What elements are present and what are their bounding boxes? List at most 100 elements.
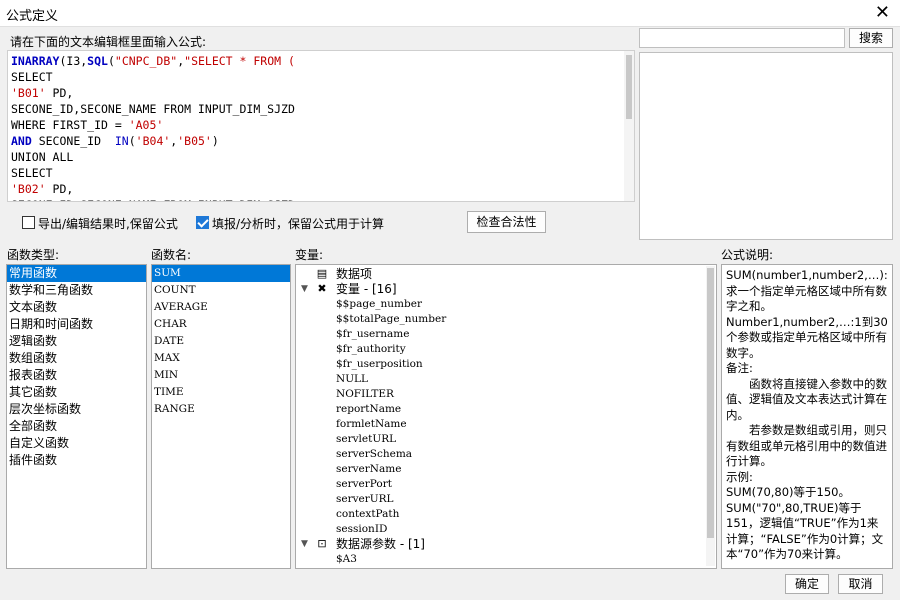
- tree-category[interactable]: ▼ ✖ 变量 - [16]: [296, 282, 716, 297]
- description-paragraph: Number1,number2,…:1到30个参数或指定单元格区域中所有数字。: [726, 314, 888, 360]
- function-name-item[interactable]: MIN: [152, 367, 290, 384]
- category-icon: ✖: [317, 282, 327, 295]
- description-paragraph: SUM("70",80,TRUE)等于151，逻辑值“TRUE”作为1来计算；“…: [726, 500, 884, 562]
- expand-arrow-icon[interactable]: ▼: [301, 537, 308, 552]
- tree-variable[interactable]: serverURL: [296, 492, 716, 507]
- code-token: PD,: [45, 86, 74, 100]
- variables-scrollbar[interactable]: [706, 266, 715, 566]
- code-token: 'B05': [177, 134, 212, 148]
- tree-row-label: $fr_userposition: [336, 358, 423, 370]
- tree-variable[interactable]: NOFILTER: [296, 387, 716, 402]
- tree-variable[interactable]: serverSchema: [296, 447, 716, 462]
- function-type-item[interactable]: 日期和时间函数: [7, 316, 146, 333]
- code-line: AND SECONE_ID IN('B04','B05'): [11, 133, 295, 149]
- function-type-item[interactable]: 自定义函数: [7, 435, 146, 452]
- function-type-item[interactable]: 数学和三角函数: [7, 282, 146, 299]
- code-token: SQL: [87, 54, 108, 68]
- function-type-item[interactable]: 数组函数: [7, 350, 146, 367]
- code-token: IN: [114, 134, 129, 148]
- expand-arrow-icon[interactable]: ▼: [301, 282, 308, 297]
- category-icon: ▤: [316, 267, 328, 280]
- tree-row-label: formletName: [336, 418, 407, 430]
- tree-row-label: serverURL: [336, 493, 394, 505]
- function-name-item[interactable]: COUNT: [152, 282, 290, 299]
- variables-label: 变量:: [295, 248, 324, 262]
- close-icon[interactable]: ✕: [875, 2, 890, 23]
- function-name-item[interactable]: TIME: [152, 384, 290, 401]
- tree-row-label: $$totalPage_number: [336, 313, 447, 325]
- fill-keep-formula-checkbox[interactable]: [196, 216, 209, 229]
- code-token: ): [211, 134, 219, 148]
- tree-variable[interactable]: serverPort: [296, 477, 716, 492]
- function-name-item[interactable]: RANGE: [152, 401, 290, 418]
- tree-variable[interactable]: contextPath: [296, 507, 716, 522]
- code-token: (: [128, 134, 136, 148]
- code-line: INARRAY(I3,SQL("CNPC_DB","SELECT * FROM …: [11, 53, 295, 69]
- code-token: SELECT: [11, 166, 53, 180]
- function-name-item[interactable]: CHAR: [152, 316, 290, 333]
- code-token: "SELECT * FROM (: [184, 54, 295, 68]
- check-validity-button[interactable]: 检查合法性: [467, 211, 546, 233]
- code-token: 'B04': [135, 134, 171, 148]
- tree-variable[interactable]: $$totalPage_number: [296, 312, 716, 327]
- cancel-button[interactable]: 取消: [838, 574, 883, 594]
- tree-row-label: serverSchema: [336, 448, 413, 460]
- function-type-item[interactable]: 报表函数: [7, 367, 146, 384]
- function-type-item[interactable]: 文本函数: [7, 299, 146, 316]
- tree-variable[interactable]: servletURL: [296, 432, 716, 447]
- tree-variable[interactable]: NULL: [296, 372, 716, 387]
- code-line: SECONE_ID,SECONE_NAME FROM INPUT_DIM_SJZ…: [11, 197, 295, 201]
- tree-variable[interactable]: sessionID: [296, 522, 716, 537]
- tree-row-label: NOFILTER: [336, 388, 394, 400]
- function-names-label: 函数名:: [151, 248, 192, 262]
- tree-row-label: $A3: [336, 553, 357, 565]
- title-bar: 公式定义 ✕: [0, 0, 900, 27]
- formula-code[interactable]: INARRAY(I3,SQL("CNPC_DB","SELECT * FROM …: [11, 53, 295, 201]
- tree-category[interactable]: ▤ 数据项: [296, 267, 716, 282]
- function-types-list[interactable]: 常用函数 数学和三角函数 文本函数 日期和时间函数 逻辑函数 数组函数 报表函数 其它函数 层次…: [6, 264, 147, 569]
- code-token: 'B02': [11, 182, 46, 196]
- code-token: (I3,: [59, 54, 88, 68]
- function-type-item[interactable]: 其它函数: [7, 384, 146, 401]
- tree-variable[interactable]: $fr_authority: [296, 342, 716, 357]
- tree-variable[interactable]: $$page_number: [296, 297, 716, 312]
- function-type-item[interactable]: 逻辑函数: [7, 333, 146, 350]
- tree-category[interactable]: ▼ ⊡ 数据源参数 - [1]: [296, 537, 716, 552]
- description-paragraph: SUM(70,80)等于150。: [726, 485, 850, 499]
- function-type-item[interactable]: 层次坐标函数: [7, 401, 146, 418]
- function-name-item[interactable]: MAX: [152, 350, 290, 367]
- tree-row-label: $fr_username: [336, 328, 410, 340]
- function-names-list[interactable]: SUM COUNT AVERAGE CHAR DATE MAX MIN TIME RANGE: [151, 264, 291, 569]
- editor-scrollbar[interactable]: [624, 51, 634, 201]
- code-token: 'A05': [128, 118, 164, 132]
- code-token: UNION ALL: [11, 150, 74, 164]
- description-paragraph: SUM(number1,number2,…): 求一个指定单元格区域中所有数字之…: [726, 268, 888, 313]
- tree-variable[interactable]: $fr_username: [296, 327, 716, 342]
- code-token: INARRAY: [11, 54, 60, 68]
- fill-keep-formula-label: 填报/分析时，保留公式用于计算: [212, 217, 385, 231]
- tree-variable[interactable]: serverName: [296, 462, 716, 477]
- export-keep-formula-checkbox[interactable]: [22, 216, 35, 229]
- tree-variable[interactable]: reportName: [296, 402, 716, 417]
- tree-variable[interactable]: $A3: [296, 552, 716, 567]
- function-name-item[interactable]: DATE: [152, 333, 290, 350]
- editor-scroll-thumb[interactable]: [626, 55, 632, 119]
- tree-variable[interactable]: formletName: [296, 417, 716, 432]
- tree-row-label: serverName: [336, 463, 402, 475]
- tree-variable[interactable]: $fr_userposition: [296, 357, 716, 372]
- function-type-item[interactable]: 常用函数: [7, 265, 146, 282]
- tree-row-label: 数据项: [336, 267, 373, 281]
- variables-tree[interactable]: ▤ 数据项 ▼ ✖ 变量 - [16] $$page_number $$totalPage_…: [295, 264, 717, 569]
- ok-button[interactable]: 确定: [785, 574, 829, 594]
- code-token: "CNPC_DB": [114, 54, 178, 68]
- function-type-item[interactable]: 全部函数: [7, 418, 146, 435]
- tree-row-label: serverPort: [336, 478, 392, 490]
- search-input[interactable]: [639, 28, 845, 48]
- function-name-item[interactable]: AVERAGE: [152, 299, 290, 316]
- code-token: SELECT: [11, 70, 53, 84]
- formula-editor[interactable]: INARRAY(I3,SQL("CNPC_DB","SELECT * FROM …: [7, 50, 635, 202]
- search-button[interactable]: 搜索: [849, 28, 893, 48]
- variables-scroll-thumb[interactable]: [707, 268, 714, 538]
- function-type-item[interactable]: 插件函数: [7, 452, 146, 469]
- function-name-item[interactable]: SUM: [152, 265, 290, 282]
